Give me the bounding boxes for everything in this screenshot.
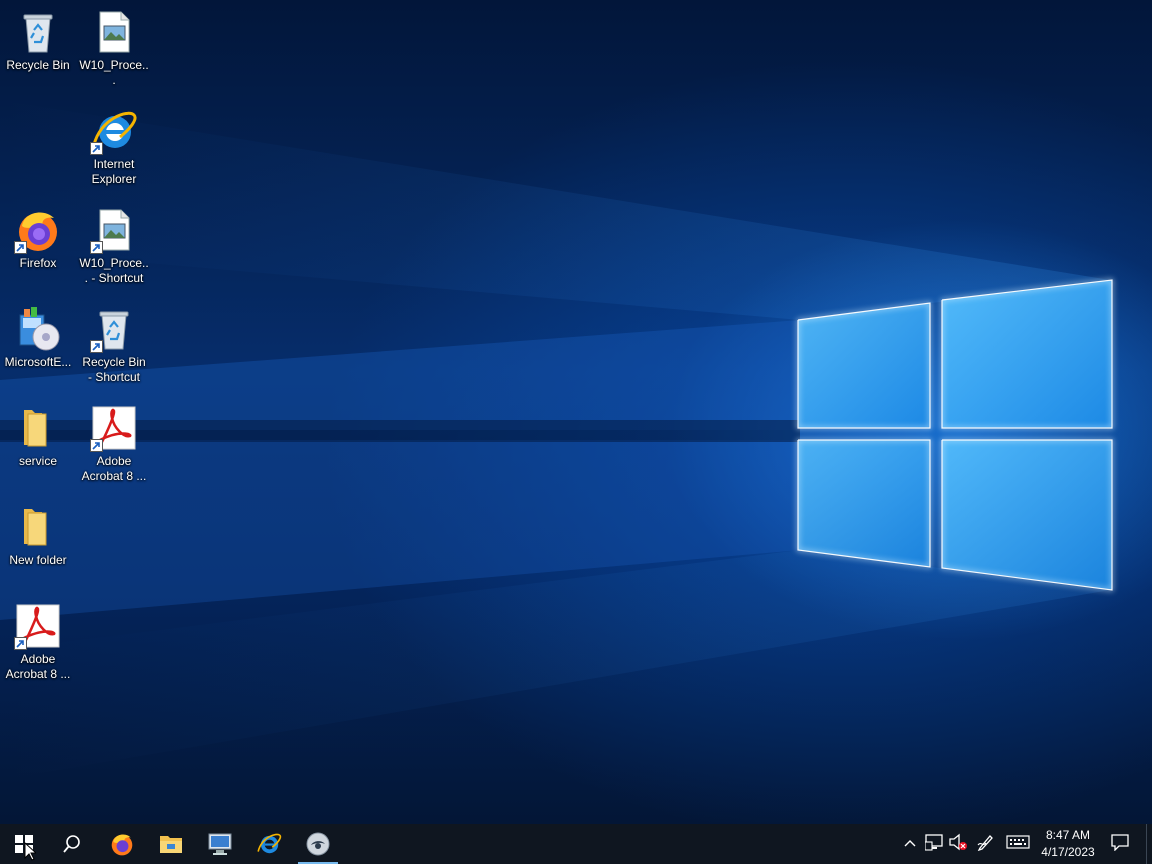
app-icon <box>306 832 330 856</box>
taskbar-clock[interactable]: 8:47 AM 4/17/2023 <box>1030 824 1106 864</box>
wallpaper-windows-logo <box>0 100 1113 780</box>
installer-icon <box>14 305 62 353</box>
touch-keyboard-button[interactable] <box>1004 824 1032 864</box>
recycle-bin-icon <box>90 305 138 353</box>
icon-label: Recycle Bin - Shortcut <box>82 355 146 384</box>
shortcut-arrow-icon <box>90 340 103 353</box>
desktop-icon-new-folder[interactable]: New folder <box>1 501 75 568</box>
acrobat-icon <box>90 404 138 452</box>
desktop: Recycle Bin W10_Proce... Internet Explor… <box>0 0 1152 824</box>
desktop-icon-internet-explorer[interactable]: Internet Explorer <box>77 105 151 187</box>
keyboard-icon <box>1006 834 1030 855</box>
pen-workspace-button[interactable] <box>974 824 998 864</box>
file-explorer-icon <box>159 833 183 855</box>
firefox-icon <box>14 206 62 254</box>
taskbar-internet-explorer-button[interactable] <box>245 824 293 864</box>
clock-time: 8:47 AM <box>1045 828 1091 842</box>
icon-label: MicrosoftE... <box>4 355 72 369</box>
icon-label: Internet Explorer <box>91 157 137 186</box>
notification-icon <box>1111 833 1129 856</box>
mouse-cursor-icon <box>24 842 36 861</box>
shortcut-arrow-icon <box>14 637 27 650</box>
desktop-icon-recycle-bin[interactable]: Recycle Bin <box>1 6 75 73</box>
icon-label: service <box>18 454 57 468</box>
internet-explorer-icon <box>90 107 138 155</box>
search-button[interactable] <box>48 824 96 864</box>
shortcut-arrow-icon <box>90 142 103 155</box>
taskbar-file-explorer-button[interactable] <box>147 824 195 864</box>
desktop-icon-adobe-acrobat-8[interactable]: Adobe Acrobat 8 ... <box>77 402 151 484</box>
icon-label: Adobe Acrobat 8 ... <box>81 454 147 483</box>
icon-label: Recycle Bin <box>6 58 70 72</box>
internet-explorer-icon <box>256 831 282 857</box>
folder-icon <box>14 404 62 452</box>
pen-icon <box>977 833 995 856</box>
volume-muted-icon <box>948 833 968 856</box>
desktop-icon-w10-proce-shortcut[interactable]: W10_Proce... - Shortcut <box>77 204 151 286</box>
taskbar-remote-desktop-button[interactable] <box>196 824 244 864</box>
chevron-up-icon <box>903 835 917 853</box>
icon-label: Firefox <box>19 256 57 270</box>
taskbar-firefox-button[interactable] <box>98 824 146 864</box>
show-desktop-button[interactable] <box>1146 824 1152 864</box>
remote-desktop-icon <box>207 832 233 856</box>
icon-label: New folder <box>9 553 67 567</box>
icon-label: W10_Proce... - Shortcut <box>79 256 149 285</box>
desktop-icon-firefox[interactable]: Firefox <box>1 204 75 271</box>
clock-date: 4/17/2023 <box>1041 845 1095 859</box>
shortcut-arrow-icon <box>90 241 103 254</box>
desktop-icon-adobe-acrobat-8-2[interactable]: Adobe Acrobat 8 ... <box>1 600 75 682</box>
recycle-bin-icon <box>14 8 62 56</box>
shortcut-arrow-icon <box>14 241 27 254</box>
icon-label: W10_Proce... <box>79 58 149 87</box>
image-file-icon <box>90 206 138 254</box>
desktop-icon-recycle-bin-shortcut[interactable]: Recycle Bin - Shortcut <box>77 303 151 385</box>
action-center-button[interactable] <box>1104 824 1136 864</box>
taskbar-active-app-button[interactable] <box>294 824 342 864</box>
taskbar: 8:47 AM 4/17/2023 <box>0 824 1152 864</box>
desktop-icon-microsofte[interactable]: MicrosoftE... <box>1 303 75 370</box>
network-tray-button[interactable] <box>922 824 946 864</box>
acrobat-icon <box>14 602 62 650</box>
desktop-icon-w10-proce[interactable]: W10_Proce... <box>77 6 151 88</box>
desktop-icon-service[interactable]: service <box>1 402 75 469</box>
icon-label: Adobe Acrobat 8 ... <box>5 652 71 681</box>
search-icon <box>62 834 82 854</box>
image-file-icon <box>90 8 138 56</box>
shortcut-arrow-icon <box>90 439 103 452</box>
folder-icon <box>14 503 62 551</box>
volume-tray-button[interactable] <box>946 824 970 864</box>
network-icon <box>924 833 943 856</box>
firefox-icon <box>109 831 135 857</box>
show-hidden-icons-button[interactable] <box>898 824 922 864</box>
